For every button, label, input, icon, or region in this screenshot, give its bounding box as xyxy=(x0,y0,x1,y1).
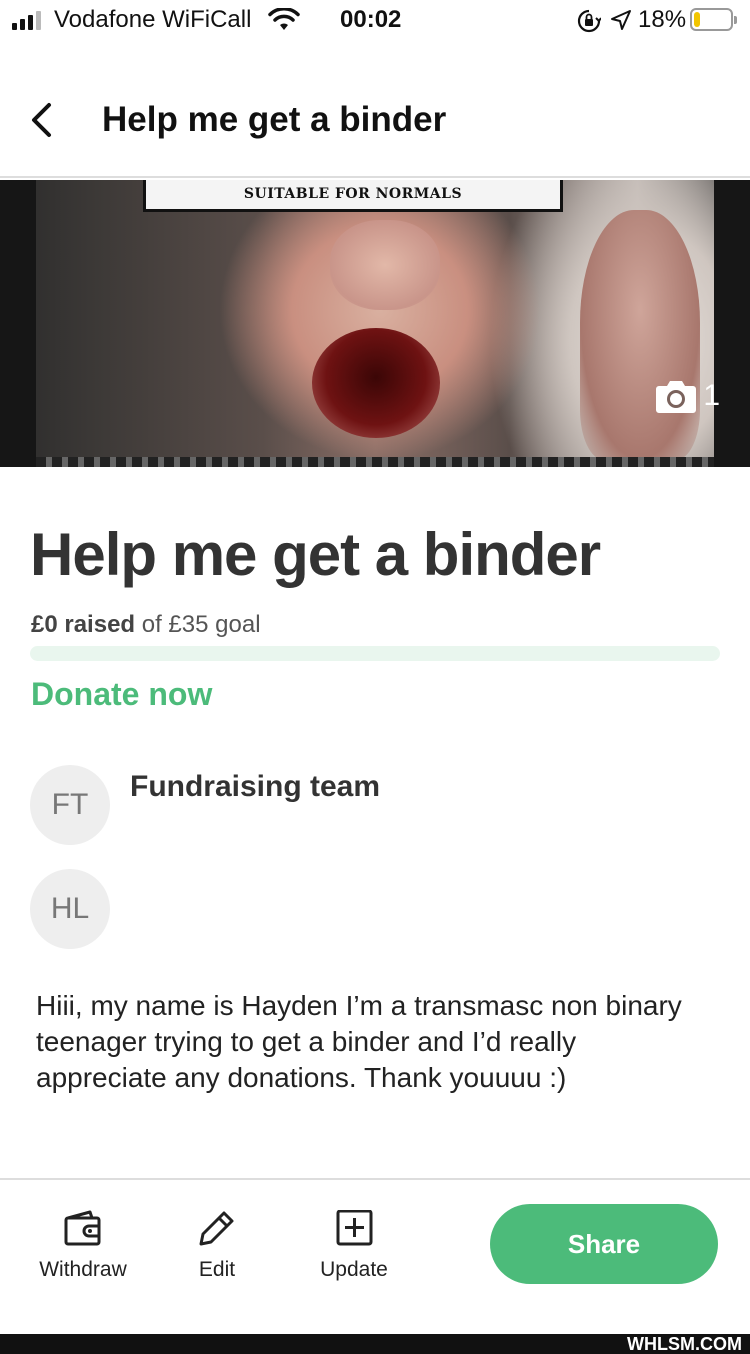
watermark: WHLSM.COM xyxy=(627,1334,742,1354)
goal-text: of £35 goal xyxy=(141,611,261,638)
battery-fill xyxy=(694,12,700,27)
nav-header: Help me get a binder xyxy=(0,60,750,178)
rotation-lock-icon xyxy=(577,9,601,33)
wifi-icon xyxy=(268,8,300,30)
camera-icon xyxy=(656,381,697,413)
edit-button[interactable]: Edit xyxy=(180,1210,254,1282)
location-icon xyxy=(611,10,631,30)
battery-percent: 18% xyxy=(638,6,687,33)
fundraising-team-label: Fundraising team xyxy=(130,770,381,803)
status-bar: Vodafone WiFiCall 00:02 18% xyxy=(0,0,750,42)
progress-bar xyxy=(30,646,720,661)
photo-count-badge[interactable]: 1 xyxy=(655,378,720,414)
withdraw-label: Withdraw xyxy=(39,1258,127,1281)
bottom-toolbar: Withdraw Edit Update Share xyxy=(0,1178,750,1334)
pencil-icon xyxy=(199,1211,234,1246)
avatar[interactable]: FT xyxy=(30,765,110,845)
clock: 00:02 xyxy=(340,6,402,33)
edit-label: Edit xyxy=(198,1258,236,1281)
battery-icon xyxy=(690,8,737,31)
update-button[interactable]: Update xyxy=(314,1210,394,1282)
raised-amount: £0 raised xyxy=(31,611,136,638)
campaign-story: Hiii, my name is Hayden I’m a transmasc … xyxy=(36,990,682,1093)
back-button[interactable] xyxy=(20,98,64,142)
campaign-title: Help me get a binder xyxy=(30,521,601,588)
campaign-cover-image[interactable]: SUITABLE FOR NORMALS 1 xyxy=(0,180,750,467)
page-title: Help me get a binder xyxy=(102,100,447,139)
watermark-bar: WHLSM.COM xyxy=(0,1334,750,1354)
image-banner-text: SUITABLE FOR NORMALS xyxy=(243,186,463,202)
avatar[interactable]: HL xyxy=(30,869,110,949)
image-banner: SUITABLE FOR NORMALS xyxy=(143,180,563,212)
photo-count: 1 xyxy=(703,379,720,412)
signal-icon xyxy=(12,10,41,30)
carrier-name: Vodafone WiFiCall xyxy=(54,6,252,33)
plus-square-icon xyxy=(336,1210,373,1246)
withdraw-button[interactable]: Withdraw xyxy=(36,1210,130,1282)
update-label: Update xyxy=(320,1258,388,1281)
raised-summary: £0 raised of £35 goal xyxy=(31,611,261,639)
donate-now-link[interactable]: Donate now xyxy=(31,676,212,713)
wallet-icon xyxy=(64,1210,101,1246)
chevron-left-icon xyxy=(32,103,51,137)
share-button[interactable]: Share xyxy=(490,1204,718,1284)
